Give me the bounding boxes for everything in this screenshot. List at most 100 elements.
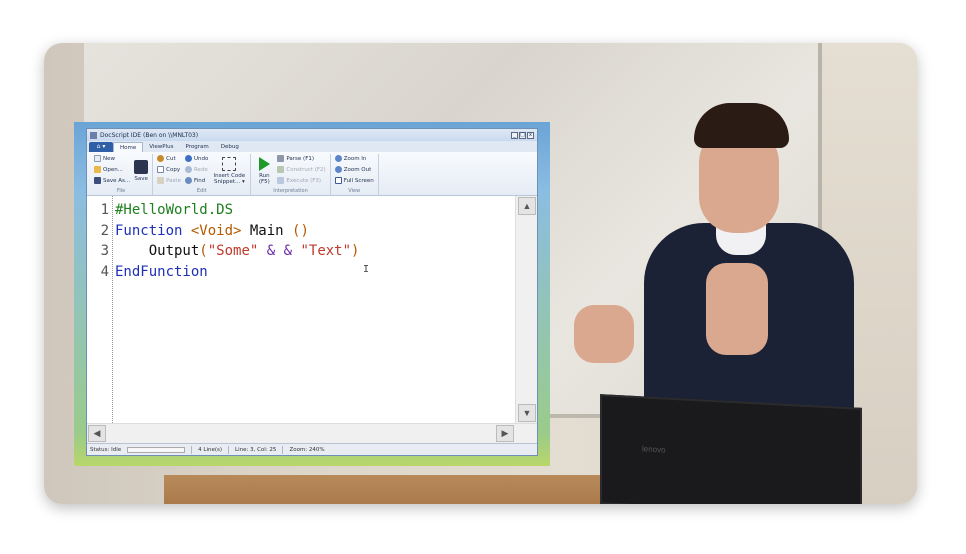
scroll-right-icon[interactable]: ▶ — [496, 425, 514, 442]
code-operator: & & — [258, 243, 301, 259]
status-text: Status: Idle — [90, 446, 122, 453]
zoom-out-button[interactable]: Zoom Out — [334, 165, 374, 174]
zoom-level: Zoom: 240% — [289, 446, 325, 453]
group-file: New Open... Save As... Save File — [90, 154, 154, 195]
code-keyword: EndFunction — [115, 263, 208, 280]
zoom-in-icon — [334, 155, 342, 162]
construct-icon — [277, 166, 285, 173]
parse-icon — [277, 155, 285, 162]
floppy-disk-icon — [134, 160, 149, 174]
laptop: lenovo — [600, 394, 862, 504]
group-label-edit: Edit — [196, 188, 207, 194]
execute-icon — [277, 177, 285, 184]
insert-code-snippet-button[interactable]: Insert Code Snippet... ▾ — [212, 154, 246, 188]
copy-button[interactable]: Copy — [157, 165, 181, 174]
zoom-in-button[interactable]: Zoom In — [334, 154, 374, 163]
execute-button[interactable]: Execute (F3) — [277, 176, 325, 185]
find-button[interactable]: Find — [184, 176, 208, 185]
app-menu-button[interactable]: ⌂ ▾ — [89, 142, 113, 152]
save-as-button[interactable]: Save As... — [94, 176, 130, 185]
code-string: "Some" — [207, 243, 259, 259]
status-divider — [191, 445, 193, 454]
line-count: 4 Line(s) — [198, 446, 223, 453]
folder-icon — [94, 166, 101, 173]
code-parens: () — [292, 222, 309, 239]
cursor-position: Line: 3, Col: 25 — [235, 446, 277, 453]
code-string: "Text" — [300, 243, 352, 259]
ide-window: DocScript IDE (Ben on \\MNLT03) _ □ x ⌂ … — [86, 128, 538, 456]
code-editor[interactable]: 1 2 3 4 #HelloWorld.DS Function <Void> Main … — [87, 196, 537, 423]
redo-button[interactable]: Redo — [184, 165, 208, 174]
clipboard-icon — [157, 177, 165, 184]
save-as-icon — [94, 177, 101, 184]
title-bar: DocScript IDE (Ben on \\MNLT03) _ □ x — [87, 129, 537, 141]
tab-viewplus[interactable]: ViewPlus — [143, 142, 179, 152]
scissors-icon — [157, 155, 165, 162]
presenter-hair — [694, 103, 789, 148]
group-view: Zoom In Zoom Out Full Screen View — [331, 154, 379, 195]
window-title: DocScript IDE (Ben on \\MNLT03) — [100, 131, 199, 139]
group-interpretation: Run (F5) Parse (F1) Construct (F2) Execu… — [251, 154, 331, 195]
copy-icon — [157, 166, 165, 173]
group-label-view: View — [348, 188, 361, 194]
redo-icon — [184, 166, 192, 173]
horizontal-scrollbar[interactable]: ◀ ▶ — [87, 423, 537, 443]
text-cursor-icon: I — [363, 264, 370, 275]
magnifier-icon — [184, 177, 192, 184]
app-icon — [90, 131, 97, 139]
close-button[interactable]: x — [527, 131, 534, 139]
ribbon-tabs: ⌂ ▾ Home ViewPlus Program Debug — [87, 141, 537, 152]
status-bar: Status: Idle 4 Line(s) Line: 3, Col: 25 … — [87, 443, 537, 455]
line-number: 3 — [100, 243, 109, 259]
line-number: 1 — [100, 202, 109, 218]
code-paren-open: ( — [199, 243, 208, 259]
code-paren-close: ) — [351, 243, 360, 259]
tab-program[interactable]: Program — [180, 142, 215, 152]
code-text[interactable]: #HelloWorld.DS Function <Void> Main () Ou… — [113, 196, 515, 423]
vertical-scrollbar[interactable]: ▲ ▼ — [515, 196, 537, 423]
status-divider — [282, 445, 284, 454]
save-button[interactable]: Save — [134, 154, 149, 188]
status-divider — [228, 445, 230, 454]
open-button[interactable]: Open... — [94, 165, 130, 174]
maximize-button[interactable]: □ — [519, 131, 526, 139]
code-line: Output("Some" & & "Text") — [115, 241, 515, 262]
parse-button[interactable]: Parse (F1) — [277, 154, 325, 163]
insert-snippet-icon — [222, 157, 237, 171]
presenter-left-hand — [574, 305, 634, 363]
full-screen-icon — [334, 177, 342, 184]
tab-debug[interactable]: Debug — [215, 142, 245, 152]
run-button[interactable]: Run (F5) — [255, 154, 273, 188]
code-line: #HelloWorld.DS — [115, 200, 515, 221]
scroll-down-icon[interactable]: ▼ — [518, 404, 536, 422]
ide-overlay: DocScript IDE (Ben on \\MNLT03) _ □ x ⌂ … — [74, 122, 550, 466]
laptop-brand: lenovo — [642, 444, 666, 455]
scroll-left-icon[interactable]: ◀ — [88, 425, 106, 442]
code-function-call: Output — [148, 243, 200, 259]
new-file-icon — [94, 155, 101, 162]
progress-bar — [127, 446, 186, 453]
code-keyword: Function — [115, 222, 183, 239]
paste-button[interactable]: Paste — [157, 176, 181, 185]
new-button[interactable]: New — [94, 154, 130, 163]
construct-button[interactable]: Construct (F2) — [277, 165, 326, 174]
cut-button[interactable]: Cut — [157, 154, 181, 163]
line-number: 4 — [100, 263, 109, 280]
scroll-up-icon[interactable]: ▲ — [518, 197, 536, 215]
undo-button[interactable]: Undo — [184, 154, 208, 163]
run-icon — [258, 157, 270, 171]
group-label-file: File — [116, 188, 126, 194]
code-line: Function <Void> Main () — [115, 221, 515, 242]
group-edit: Cut Copy Paste Undo Redo Find Insert Cod… — [153, 154, 252, 195]
code-line: EndFunction — [115, 262, 515, 283]
line-number: 2 — [100, 222, 109, 239]
ribbon: New Open... Save As... Save File Cut Cop… — [87, 152, 537, 196]
code-type: <Void> — [190, 222, 242, 239]
presenter-right-hand — [706, 263, 768, 355]
tab-home[interactable]: Home — [113, 142, 144, 152]
minimize-button[interactable]: _ — [511, 131, 518, 139]
full-screen-button[interactable]: Full Screen — [334, 176, 374, 185]
line-number-gutter: 1 2 3 4 — [87, 196, 113, 423]
code-identifier: Main — [241, 222, 293, 239]
